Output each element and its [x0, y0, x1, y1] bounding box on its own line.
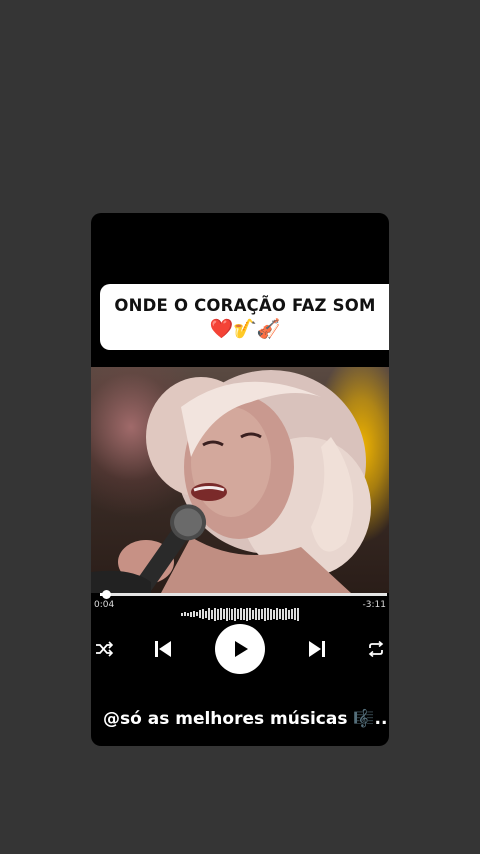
waveform-bar: [293, 608, 296, 620]
waveform-bar: [252, 609, 255, 619]
waveform-bar: [255, 608, 258, 620]
waveform-bar: [207, 608, 210, 620]
waveform-bar: [237, 609, 240, 619]
waveform-bar: [281, 608, 284, 620]
waveform: [181, 606, 299, 622]
waveform-bar: [225, 607, 228, 621]
waveform-bar: [258, 608, 261, 620]
waveform-bar: [222, 609, 225, 619]
story-card: ONDE O CORAÇÃO FAZ SOM ❤️🎷🎻 0:04 -3:11 @…: [91, 213, 389, 746]
waveform-bar: [261, 609, 264, 619]
waveform-bar: [201, 609, 204, 619]
waveform-bar: [228, 608, 231, 620]
waveform-bar: [231, 608, 234, 620]
banner-title: ONDE O CORAÇÃO FAZ SOM: [114, 296, 376, 315]
waveform-bar: [287, 609, 290, 619]
waveform-bar: [270, 608, 273, 620]
waveform-bar: [192, 611, 195, 617]
waveform-bar: [290, 609, 293, 619]
progress-knob[interactable]: [101, 590, 111, 599]
waveform-bar: [210, 609, 213, 619]
waveform-bar: [213, 607, 216, 621]
progress-bar[interactable]: [100, 590, 387, 599]
waveform-bar: [198, 610, 201, 618]
waveform-bar: [183, 612, 186, 616]
waveform-bar: [267, 608, 270, 620]
waveform-bar: [246, 607, 249, 621]
waveform-bar: [234, 607, 237, 621]
waveform-bar: [243, 608, 246, 620]
play-icon: [235, 641, 248, 657]
video-frame[interactable]: [91, 367, 389, 593]
waveform-bar: [195, 612, 198, 616]
elapsed-time: 0:04: [94, 600, 115, 610]
title-banner: ONDE O CORAÇÃO FAZ SOM ❤️🎷🎻: [100, 284, 389, 350]
play-button[interactable]: [215, 624, 265, 674]
shuffle-icon[interactable]: [94, 639, 114, 659]
waveform-bar: [284, 608, 287, 620]
waveform-bar: [181, 612, 183, 616]
waveform-bar: [278, 609, 281, 619]
repeat-icon[interactable]: [366, 639, 386, 659]
banner-emojis: ❤️🎷🎻: [209, 318, 281, 340]
remaining-time: -3:11: [362, 600, 386, 610]
singer-image: [91, 370, 371, 593]
waveform-bar: [264, 607, 267, 621]
waveform-bar: [249, 608, 252, 620]
skip-next-icon[interactable]: [305, 638, 329, 660]
waveform-bar: [186, 612, 189, 616]
waveform-bar: [273, 609, 275, 619]
waveform-bar: [276, 608, 278, 620]
waveform-bar: [296, 607, 299, 621]
player-controls: [91, 623, 389, 675]
waveform-bar: [219, 608, 222, 620]
skip-previous-icon[interactable]: [151, 638, 175, 660]
waveform-bar: [204, 610, 207, 618]
waveform-bar: [240, 608, 243, 620]
waveform-bar: [189, 611, 192, 617]
caption-text: @só as melhores músicas 🎼...: [103, 709, 389, 729]
waveform-bar: [216, 608, 219, 620]
